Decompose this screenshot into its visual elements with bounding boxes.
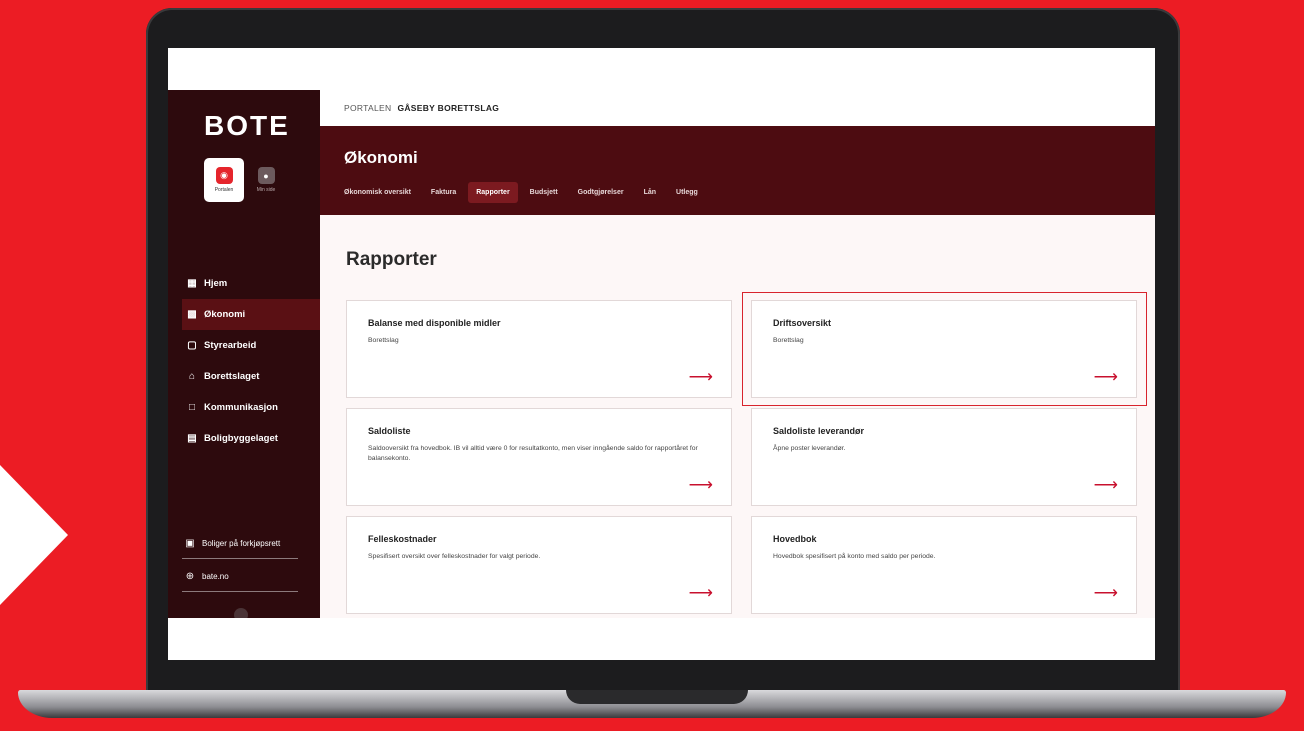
- arrow-right-icon: ⟶: [1093, 367, 1118, 386]
- page-header: Økonomi Økonomisk oversikt Faktura Rappo…: [320, 126, 1155, 215]
- arrow-right-icon: ⟶: [688, 367, 713, 386]
- report-card-hovedbok[interactable]: Hovedbok Hovedbok spesifisert på konto m…: [751, 516, 1137, 614]
- card-description: Borettslag: [368, 337, 399, 344]
- link-label: bate.no: [202, 571, 229, 581]
- report-card-saldoliste-leverandor[interactable]: Saldoliste leverandør Åpne poster levera…: [751, 408, 1137, 506]
- screen-bottom-area: [168, 618, 1155, 660]
- sidebar-item-hjem[interactable]: ▦ Hjem: [182, 268, 320, 299]
- app-screen: BOTE ◉ Portalen ● Min side ▦ Hjem ▩ Økon…: [168, 48, 1155, 660]
- tab-godtgjorelser[interactable]: Godtgjørelser: [570, 182, 632, 203]
- laptop-notch: [566, 690, 748, 704]
- home-box-icon: ▣: [185, 537, 195, 549]
- user-icon: ●: [257, 167, 275, 184]
- mode-label: Portalen: [214, 187, 234, 193]
- tab-okonomisk-oversikt[interactable]: Økonomisk oversikt: [344, 182, 419, 203]
- globe-icon: ⊕: [185, 570, 195, 582]
- sidebar-item-boligbyggelaget[interactable]: ▤ Boligbyggelaget: [182, 423, 320, 454]
- arrow-right-icon: ⟶: [688, 583, 713, 602]
- main-content: Rapporter Balanse med disponible midler …: [320, 215, 1155, 618]
- card-title: Balanse med disponible midler: [368, 318, 501, 328]
- report-card-driftsoversikt[interactable]: Driftsoversikt Borettslag ⟶: [751, 300, 1137, 398]
- card-title: Driftsoversikt: [773, 318, 832, 328]
- breadcrumb-current: GÅSEBY BORETTSLAG: [397, 103, 500, 113]
- breadcrumb-root[interactable]: PORTALEN: [344, 103, 391, 113]
- card-title: Felleskostnader: [368, 534, 437, 544]
- tab-rapporter[interactable]: Rapporter: [468, 182, 518, 203]
- sidebar-bottom-links: ▣ Boliger på forkjøpsrett ⊕ bate.no: [182, 528, 298, 594]
- section-title: Rapporter: [346, 249, 437, 270]
- arrow-right-icon: ⟶: [688, 475, 713, 494]
- sidebar-item-kommunikasjon[interactable]: □ Kommunikasjon: [182, 392, 320, 423]
- house-icon: ⌂: [188, 371, 196, 382]
- mode-portalen-button[interactable]: ◉ Portalen: [204, 158, 244, 202]
- tab-bar: Økonomisk oversikt Faktura Rapporter Bud…: [344, 182, 706, 203]
- sidebar-item-label: Borettslaget: [204, 371, 260, 382]
- brand-logo[interactable]: BOTE: [204, 110, 290, 142]
- sidebar-nav: ▦ Hjem ▩ Økonomi ▢ Styrearbeid ⌂ Boretts…: [182, 268, 320, 454]
- report-card-balanse[interactable]: Balanse med disponible midler Borettslag…: [346, 300, 732, 398]
- card-description: Hovedbok spesifisert på konto med saldo …: [773, 553, 936, 560]
- play-triangle-decoration: [0, 465, 68, 605]
- page-title: Økonomi: [344, 148, 418, 167]
- arrow-right-icon: ⟶: [1093, 475, 1118, 494]
- sidebar-item-label: Kommunikasjon: [204, 402, 278, 413]
- card-title: Saldoliste: [368, 426, 411, 436]
- grid-icon: ▦: [187, 278, 197, 289]
- chart-icon: ▩: [187, 309, 197, 320]
- link-bate-no[interactable]: ⊕ bate.no: [182, 561, 298, 592]
- card-description: Borettslag: [773, 337, 804, 344]
- sidebar-item-label: Styrearbeid: [204, 340, 257, 351]
- card-title: Saldoliste leverandør: [773, 426, 865, 436]
- tab-lan[interactable]: Lån: [636, 182, 664, 203]
- link-boliger-forkjopsrett[interactable]: ▣ Boliger på forkjøpsrett: [182, 528, 298, 559]
- card-description: Spesifisert oversikt over felleskostnade…: [368, 553, 541, 560]
- sidebar-item-styrearbeid[interactable]: ▢ Styrearbeid: [182, 330, 320, 361]
- link-label: Boliger på forkjøpsrett: [202, 538, 281, 548]
- report-card-saldoliste[interactable]: Saldoliste Saldooversikt fra hovedbok. I…: [346, 408, 732, 506]
- briefcase-icon: ▢: [187, 340, 197, 351]
- chat-icon: □: [188, 402, 196, 413]
- breadcrumb: PORTALEN GÅSEBY BORETTSLAG: [320, 90, 1155, 126]
- card-description: Åpne poster leverandør.: [773, 445, 846, 452]
- sidebar-item-label: Hjem: [204, 278, 228, 289]
- arrow-right-icon: ⟶: [1093, 583, 1118, 602]
- sidebar-item-borettslaget[interactable]: ⌂ Borettslaget: [182, 361, 320, 392]
- sidebar: BOTE ◉ Portalen ● Min side ▦ Hjem ▩ Økon…: [168, 90, 320, 622]
- sidebar-item-label: Økonomi: [204, 309, 246, 320]
- building-icon: ▤: [187, 433, 197, 444]
- card-title: Hovedbok: [773, 534, 817, 544]
- sidebar-item-okonomi[interactable]: ▩ Økonomi: [182, 299, 320, 330]
- tab-faktura[interactable]: Faktura: [423, 182, 464, 203]
- mode-min-side-button[interactable]: ● Min side: [246, 158, 286, 202]
- sidebar-item-label: Boligbyggelaget: [204, 433, 278, 444]
- mode-label: Min side: [256, 187, 276, 193]
- report-card-felleskostnader[interactable]: Felleskostnader Spesifisert oversikt ove…: [346, 516, 732, 614]
- tab-utlegg[interactable]: Utlegg: [668, 182, 706, 203]
- tab-budsjett[interactable]: Budsjett: [522, 182, 566, 203]
- card-description: Saldooversikt fra hovedbok. IB vil allti…: [368, 445, 698, 462]
- portal-icon: ◉: [215, 167, 233, 184]
